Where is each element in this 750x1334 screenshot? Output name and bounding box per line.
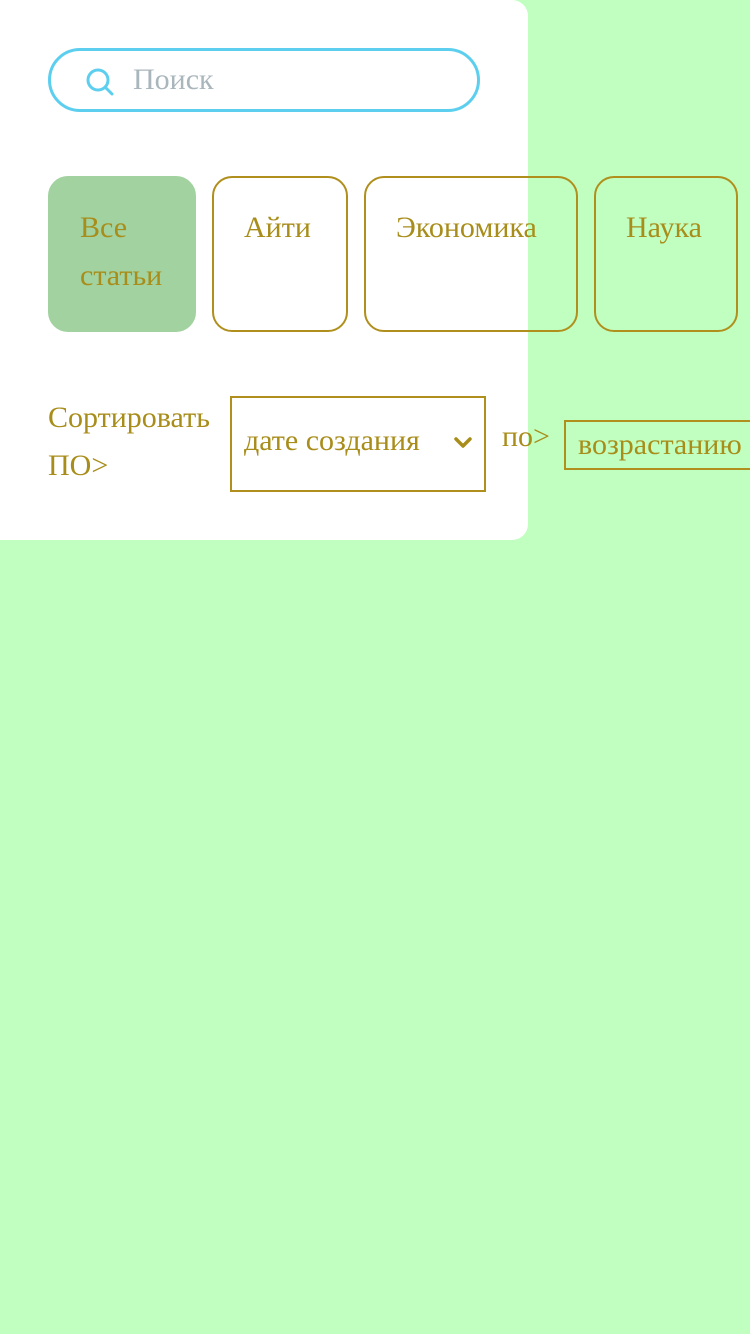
tab-label: Наука — [626, 211, 702, 244]
sort-field-select[interactable]: дате создания — [230, 396, 486, 492]
tab-label: Все статьи — [80, 211, 163, 292]
search-icon — [86, 68, 114, 96]
sort-label: Сортировать ПО> — [48, 401, 210, 482]
filter-panel: Все статьи Айти Экономика Наука Сортиров… — [0, 0, 738, 540]
search-input[interactable] — [133, 51, 463, 109]
tab-all-articles[interactable]: Все статьи — [48, 176, 196, 332]
tab-science[interactable]: Наука — [594, 176, 738, 332]
tab-label: Экономика — [396, 211, 537, 244]
sort-order-select[interactable]: возрастанию — [564, 420, 750, 470]
tab-label: Айти — [244, 211, 311, 244]
sort-order-value: возрастанию — [578, 428, 742, 461]
tab-it[interactable]: Айти — [212, 176, 348, 332]
order-label: по> — [502, 420, 550, 453]
chevron-down-icon — [454, 437, 472, 448]
sort-field-value: дате создания — [244, 424, 420, 457]
search-field[interactable] — [48, 48, 480, 112]
tab-economics[interactable]: Экономика — [364, 176, 578, 332]
